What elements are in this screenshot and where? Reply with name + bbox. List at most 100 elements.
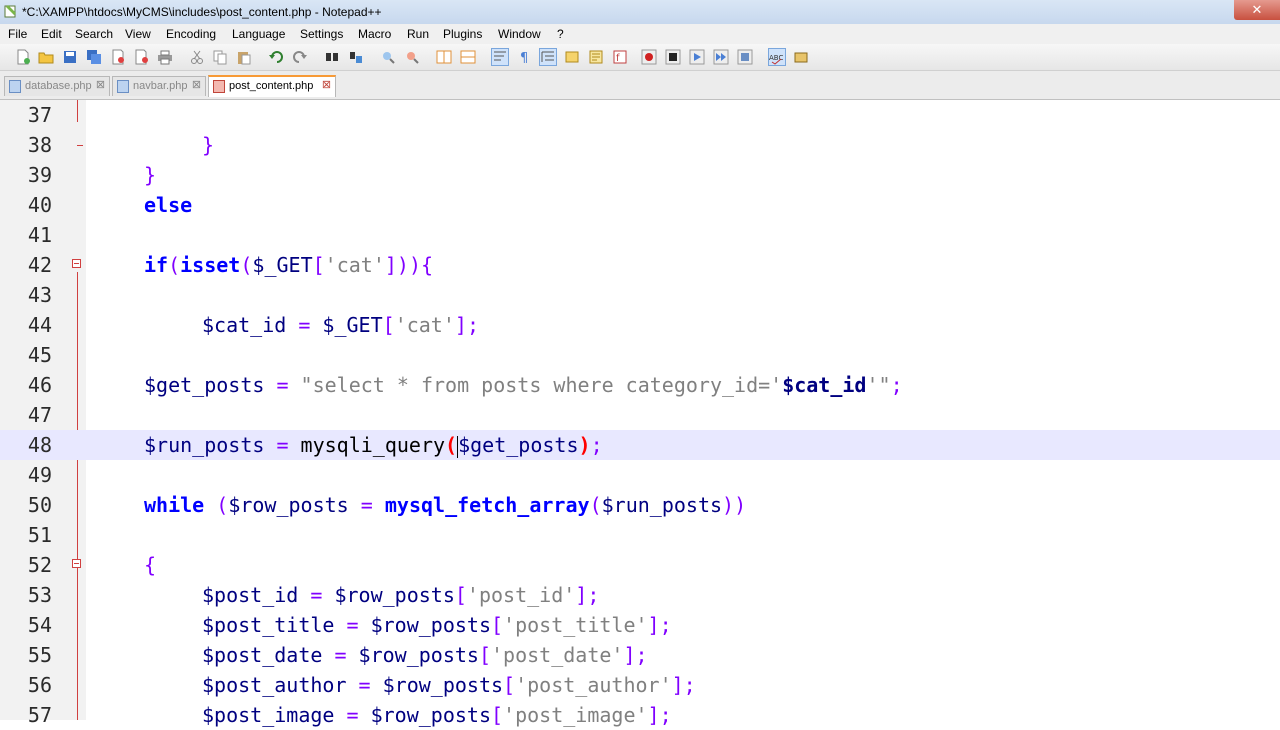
tab-label: navbar.php — [133, 80, 188, 92]
line-number: 51 — [27, 523, 52, 547]
menu-language[interactable]: Language — [232, 27, 285, 41]
close-icon[interactable] — [110, 49, 126, 65]
tab-post-content-php[interactable]: post_content.php ⊠ — [208, 75, 336, 97]
undo-icon[interactable] — [268, 49, 284, 65]
show-all-chars-icon[interactable]: ¶ — [516, 49, 532, 65]
word-wrap-icon[interactable] — [491, 48, 509, 66]
run-macro-multiple-icon[interactable] — [713, 49, 729, 65]
code-token: $_GET — [252, 253, 313, 277]
menu-edit[interactable]: Edit — [41, 27, 62, 41]
code-line: 56 $post_author = $row_posts['post_autho… — [0, 670, 1280, 700]
code-token: $run_posts — [601, 493, 723, 517]
function-list-icon[interactable]: f — [612, 49, 628, 65]
code-token: $post_date — [202, 643, 323, 667]
replace-icon[interactable] — [348, 49, 364, 65]
find-icon[interactable] — [324, 49, 340, 65]
code-token: { — [144, 553, 157, 577]
record-macro-icon[interactable] — [641, 49, 657, 65]
tab-navbar-php[interactable]: navbar.php ⊠ — [112, 76, 206, 96]
save-macro-icon[interactable] — [737, 49, 753, 65]
code-line: 39 } — [0, 160, 1280, 190]
code-line: 55 $post_date = $row_posts['post_date']; — [0, 640, 1280, 670]
close-all-icon[interactable] — [134, 49, 150, 65]
code-line: 41 — [0, 220, 1280, 250]
copy-icon[interactable] — [212, 49, 228, 65]
code-token: isset — [180, 253, 241, 277]
code-token: 'cat' — [394, 313, 455, 337]
save-all-icon[interactable] — [86, 49, 102, 65]
redo-icon[interactable] — [292, 49, 308, 65]
code-token: 'post_date' — [491, 643, 624, 667]
save-icon[interactable] — [62, 49, 78, 65]
menu-settings[interactable]: Settings — [300, 27, 343, 41]
code-line: 47 — [0, 400, 1280, 430]
plugin-icon[interactable] — [793, 49, 809, 65]
tab-bar: database.php ⊠ navbar.php ⊠ post_content… — [0, 71, 1280, 101]
svg-text:¶: ¶ — [520, 51, 528, 65]
paste-icon[interactable] — [236, 49, 252, 65]
window-close-button[interactable]: ✕ — [1234, 0, 1280, 20]
user-lang-icon[interactable] — [564, 49, 580, 65]
cut-icon[interactable] — [189, 49, 205, 65]
tab-close-icon[interactable]: ⊠ — [191, 80, 202, 91]
code-line: 46 $get_posts = "select * from posts whe… — [0, 370, 1280, 400]
line-number: 42 — [27, 253, 52, 277]
title-bar: *C:\XAMPP\htdocs\MyCMS\includes\post_con… — [0, 0, 1280, 25]
code-token: $row_posts — [358, 643, 479, 667]
menu-file[interactable]: File — [8, 27, 27, 41]
line-number: 45 — [27, 343, 52, 367]
menu-search[interactable]: Search — [75, 27, 113, 41]
open-file-icon[interactable] — [38, 49, 54, 65]
play-macro-icon[interactable] — [689, 49, 705, 65]
fold-toggle-icon[interactable] — [72, 559, 81, 568]
sync-h-icon[interactable] — [460, 49, 476, 65]
stop-macro-icon[interactable] — [665, 49, 681, 65]
code-token: $row_posts — [228, 493, 349, 517]
code-token: 'post_id' — [466, 583, 576, 607]
new-file-icon[interactable] — [15, 49, 31, 65]
modified-file-icon — [213, 80, 225, 93]
code-line: 43 — [0, 280, 1280, 310]
code-token: 'post_author' — [515, 673, 672, 697]
line-number: 47 — [27, 403, 52, 427]
menu-plugins[interactable]: Plugins — [443, 27, 482, 41]
doc-map-icon[interactable] — [588, 49, 604, 65]
menu-help[interactable]: ? — [557, 27, 564, 41]
menu-bar: File Edit Search View Encoding Language … — [0, 24, 1280, 44]
svg-text:f: f — [616, 53, 620, 64]
code-token: $_GET — [322, 313, 383, 337]
code-token: 'cat' — [324, 253, 385, 277]
menu-encoding[interactable]: Encoding — [166, 27, 216, 41]
code-token: } — [144, 163, 157, 187]
line-number: 46 — [27, 373, 52, 397]
code-token: '" — [866, 373, 891, 397]
tab-close-icon[interactable]: ⊠ — [95, 80, 106, 91]
line-number: 38 — [27, 133, 52, 157]
code-editor[interactable]: 37 38 } 39 } 40 else 41 42 if(isset($_GE… — [0, 100, 1280, 727]
code-line: 38 } — [0, 130, 1280, 160]
code-line: 37 — [0, 100, 1280, 130]
code-line: 42 if(isset($_GET['cat'])){ — [0, 250, 1280, 280]
menu-window[interactable]: Window — [498, 27, 541, 41]
menu-macro[interactable]: Macro — [358, 27, 391, 41]
code-line: 50 while ($row_posts = mysql_fetch_array… — [0, 490, 1280, 520]
sync-v-icon[interactable] — [436, 49, 452, 65]
notepad-plus-plus-icon — [4, 5, 16, 18]
code-line: 54 $post_title = $row_posts['post_title'… — [0, 610, 1280, 640]
zoom-out-icon[interactable] — [404, 49, 420, 65]
menu-run[interactable]: Run — [407, 27, 429, 41]
code-token: $post_image — [202, 703, 335, 727]
spell-check-icon[interactable]: ABC — [768, 48, 786, 66]
code-line: 53 $post_id = $row_posts['post_id']; — [0, 580, 1280, 610]
print-icon[interactable] — [157, 49, 173, 65]
menu-view[interactable]: View — [125, 27, 151, 41]
code-token: $run_posts — [144, 433, 265, 457]
tab-database-php[interactable]: database.php ⊠ — [4, 76, 110, 96]
fold-toggle-icon[interactable] — [72, 259, 81, 268]
line-number: 44 — [27, 313, 52, 337]
indent-guide-icon[interactable] — [539, 48, 557, 66]
zoom-in-icon[interactable] — [380, 49, 396, 65]
code-token: $post_title — [202, 613, 335, 637]
line-number: 55 — [27, 643, 52, 667]
tab-close-icon[interactable]: ⊠ — [321, 80, 332, 91]
